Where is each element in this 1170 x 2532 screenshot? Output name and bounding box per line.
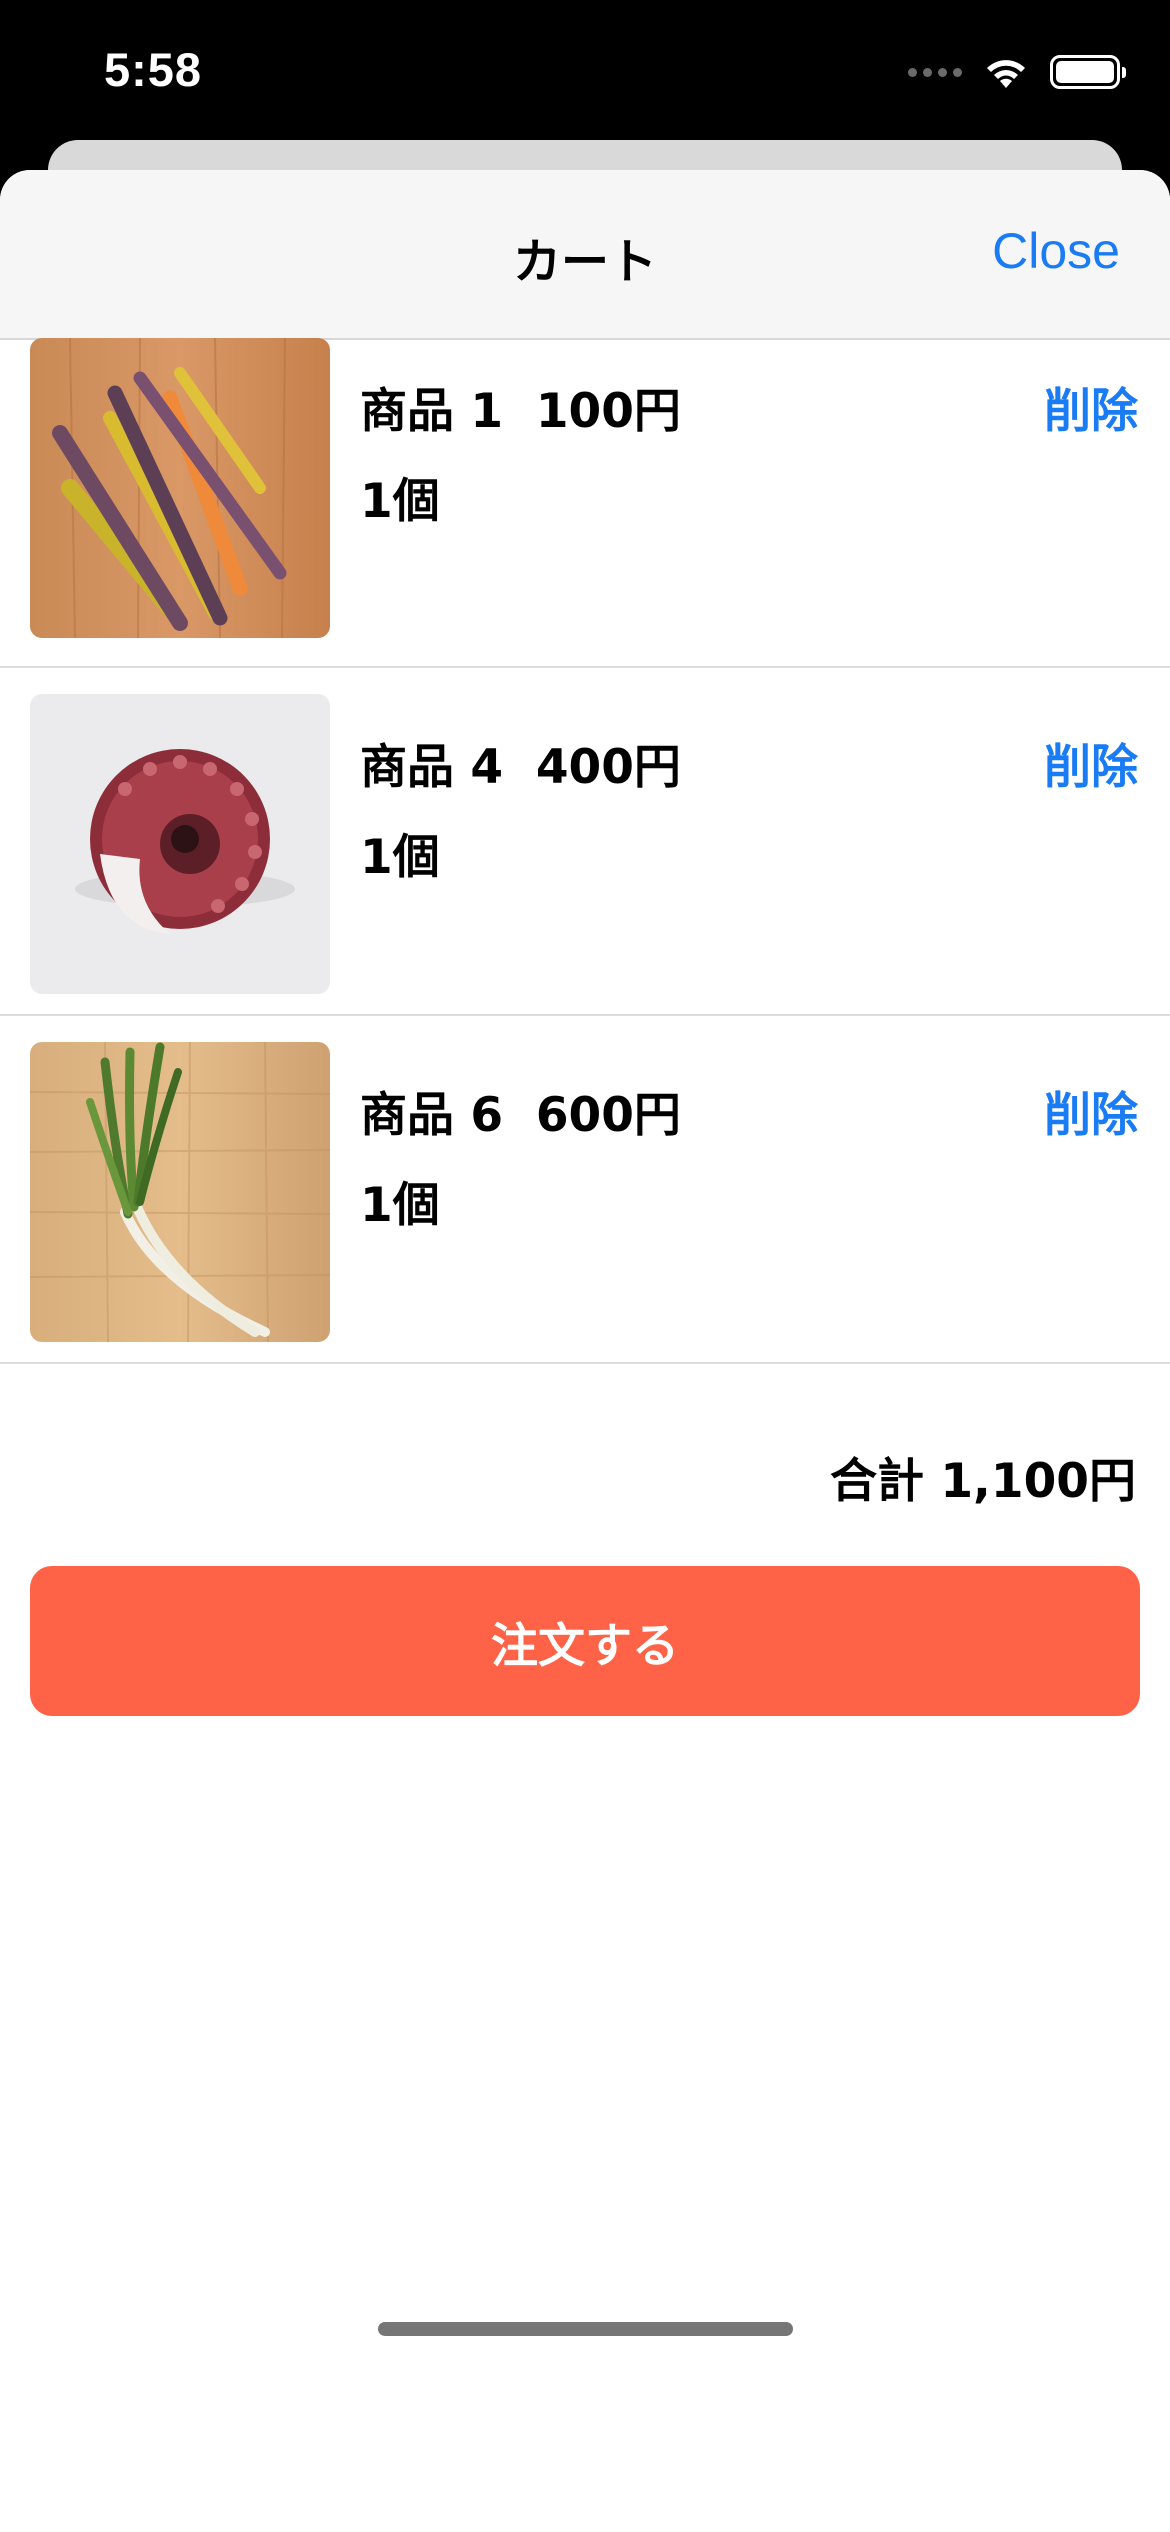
item-name-price: 商品 6 600円 bbox=[360, 1088, 681, 1143]
item-name-price: 商品 1 100円 bbox=[360, 384, 681, 439]
cart-item: 商品 1 100円 1個 削除 bbox=[0, 338, 1170, 668]
status-bar: 5:58 bbox=[0, 0, 1170, 145]
cart-item: 商品 4 400円 1個 削除 bbox=[0, 668, 1170, 1016]
wifi-icon bbox=[982, 54, 1030, 90]
status-icons bbox=[908, 52, 1126, 92]
cart-list: 商品 1 100円 1個 削除 商品 4 400円 1個 削除 商品 6 600… bbox=[0, 338, 1170, 1364]
cart-sheet: カート Close 商品 1 100円 1個 削除 商品 4 400円 1個 削… bbox=[0, 170, 1170, 2532]
cellular-signal-icon bbox=[908, 67, 962, 77]
item-quantity: 1個 bbox=[360, 474, 440, 529]
delete-button[interactable]: 削除 bbox=[1044, 1076, 1138, 1145]
order-button[interactable]: 注文する bbox=[30, 1566, 1140, 1716]
item-name-price: 商品 4 400円 bbox=[360, 740, 681, 795]
green-onion-image bbox=[30, 1042, 330, 1342]
home-indicator[interactable] bbox=[378, 2322, 793, 2336]
total-amount: 合計 1,100円 bbox=[829, 1454, 1136, 1509]
delete-button[interactable]: 削除 bbox=[1044, 728, 1138, 797]
delete-button[interactable]: 削除 bbox=[1044, 372, 1138, 441]
battery-icon bbox=[1050, 55, 1126, 89]
carrots-image bbox=[30, 338, 330, 638]
close-button[interactable]: Close bbox=[992, 222, 1120, 280]
status-time: 5:58 bbox=[104, 43, 203, 96]
nav-bar: カート Close bbox=[0, 170, 1170, 340]
item-quantity: 1個 bbox=[360, 830, 440, 885]
cart-item: 商品 6 600円 1個 削除 bbox=[0, 1016, 1170, 1364]
item-quantity: 1個 bbox=[360, 1178, 440, 1233]
octopus-image bbox=[30, 694, 330, 994]
